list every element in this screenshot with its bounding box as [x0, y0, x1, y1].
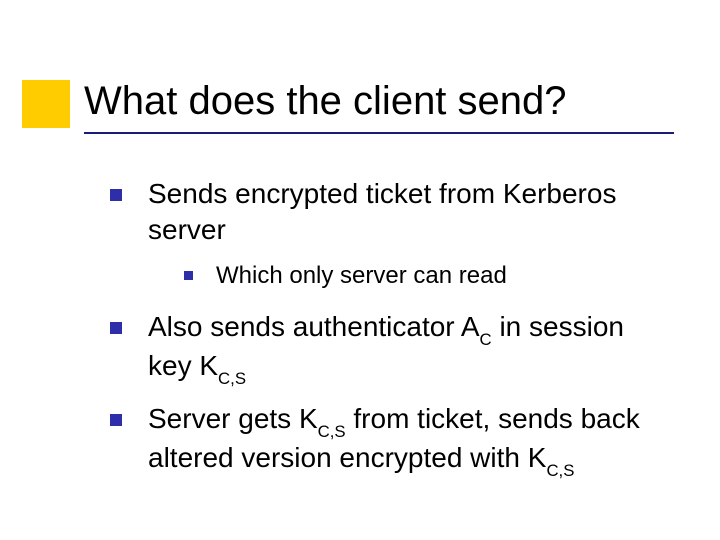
- bullet-3: Server gets KC,S from ticket, sends back…: [110, 401, 660, 479]
- bullet-1: Sends encrypted ticket from Kerberos ser…: [110, 176, 660, 291]
- bullet-1a-text: Which only server can read: [216, 262, 507, 289]
- bullet-square-icon: [184, 271, 193, 280]
- body-area: Sends encrypted ticket from Kerberos ser…: [110, 176, 660, 493]
- bullet-1-text: Sends encrypted ticket from Kerberos ser…: [148, 178, 616, 245]
- title-underline: [84, 132, 674, 134]
- bullet-square-icon: [110, 322, 122, 334]
- slide-title: What does the client send?: [84, 78, 680, 124]
- bullet-2-text: Also sends authenticator AC in session k…: [148, 311, 624, 381]
- bullet-3-text: Server gets KC,S from ticket, sends back…: [148, 403, 640, 473]
- bullet-2: Also sends authenticator AC in session k…: [110, 309, 660, 387]
- title-area: What does the client send?: [84, 78, 680, 124]
- bullet-1a: Which only server can read: [184, 260, 660, 291]
- bullet-square-icon: [110, 414, 122, 426]
- bullet-square-icon: [110, 189, 122, 201]
- title-accent-square: [22, 80, 70, 128]
- slide: What does the client send? Sends encrypt…: [0, 0, 720, 540]
